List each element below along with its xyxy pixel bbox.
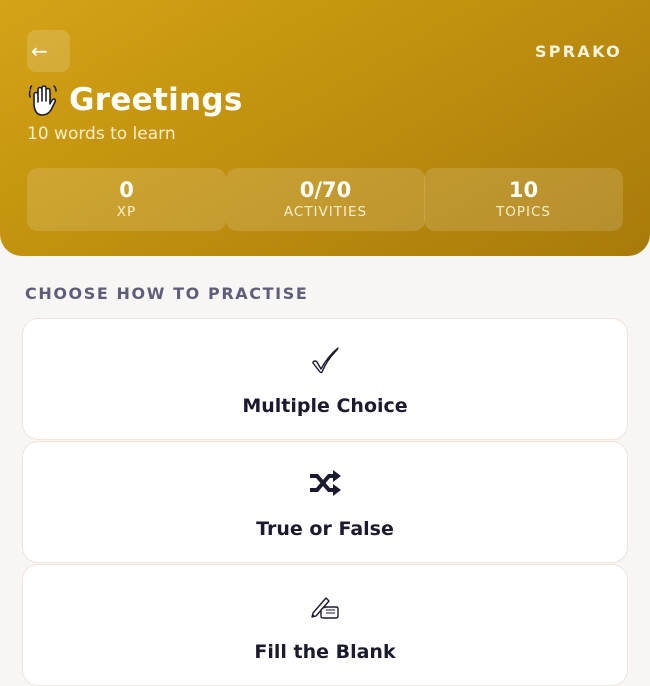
page-subtitle: 10 words to learn: [27, 124, 176, 144]
stat-activities: 0/70 ACTIVITIES: [226, 168, 425, 231]
stats-row: 0 XP 0/70 ACTIVITIES 10 TOPICS: [27, 168, 623, 231]
mode-multiple-choice-button[interactable]: Multiple Choice: [22, 318, 628, 440]
stat-value: 0: [119, 178, 134, 202]
lesson-header: ← SPRAKO Greetings 10 words to learn 0 X…: [0, 0, 650, 256]
stat-value: 10: [508, 178, 539, 202]
checkmark-icon: [312, 347, 339, 374]
back-arrow-icon: ←: [31, 39, 48, 63]
stat-label: XP: [116, 204, 137, 220]
shuffle-icon: [310, 470, 341, 496]
page-title-row: Greetings: [27, 80, 243, 120]
mode-label: Multiple Choice: [242, 395, 408, 417]
stat-label: ACTIVITIES: [283, 204, 368, 220]
writing-hand-icon: [311, 597, 339, 619]
page-title: Greetings: [69, 82, 243, 118]
mode-true-or-false-button[interactable]: True or False: [22, 441, 628, 563]
mode-fill-the-blank-button[interactable]: Fill the Blank: [22, 564, 628, 686]
section-title: CHOOSE HOW TO PRACTISE: [25, 284, 309, 303]
stat-value: 0/70: [299, 178, 352, 202]
stat-topics: 10 TOPICS: [424, 168, 623, 231]
mode-label: Fill the Blank: [254, 641, 396, 663]
stat-xp: 0 XP: [27, 168, 226, 231]
mode-label: True or False: [256, 518, 394, 540]
waving-hand-icon: [28, 85, 57, 116]
stat-label: TOPICS: [496, 204, 551, 220]
brand-logo: SPRAKO: [534, 42, 622, 61]
back-button[interactable]: ←: [27, 30, 70, 72]
